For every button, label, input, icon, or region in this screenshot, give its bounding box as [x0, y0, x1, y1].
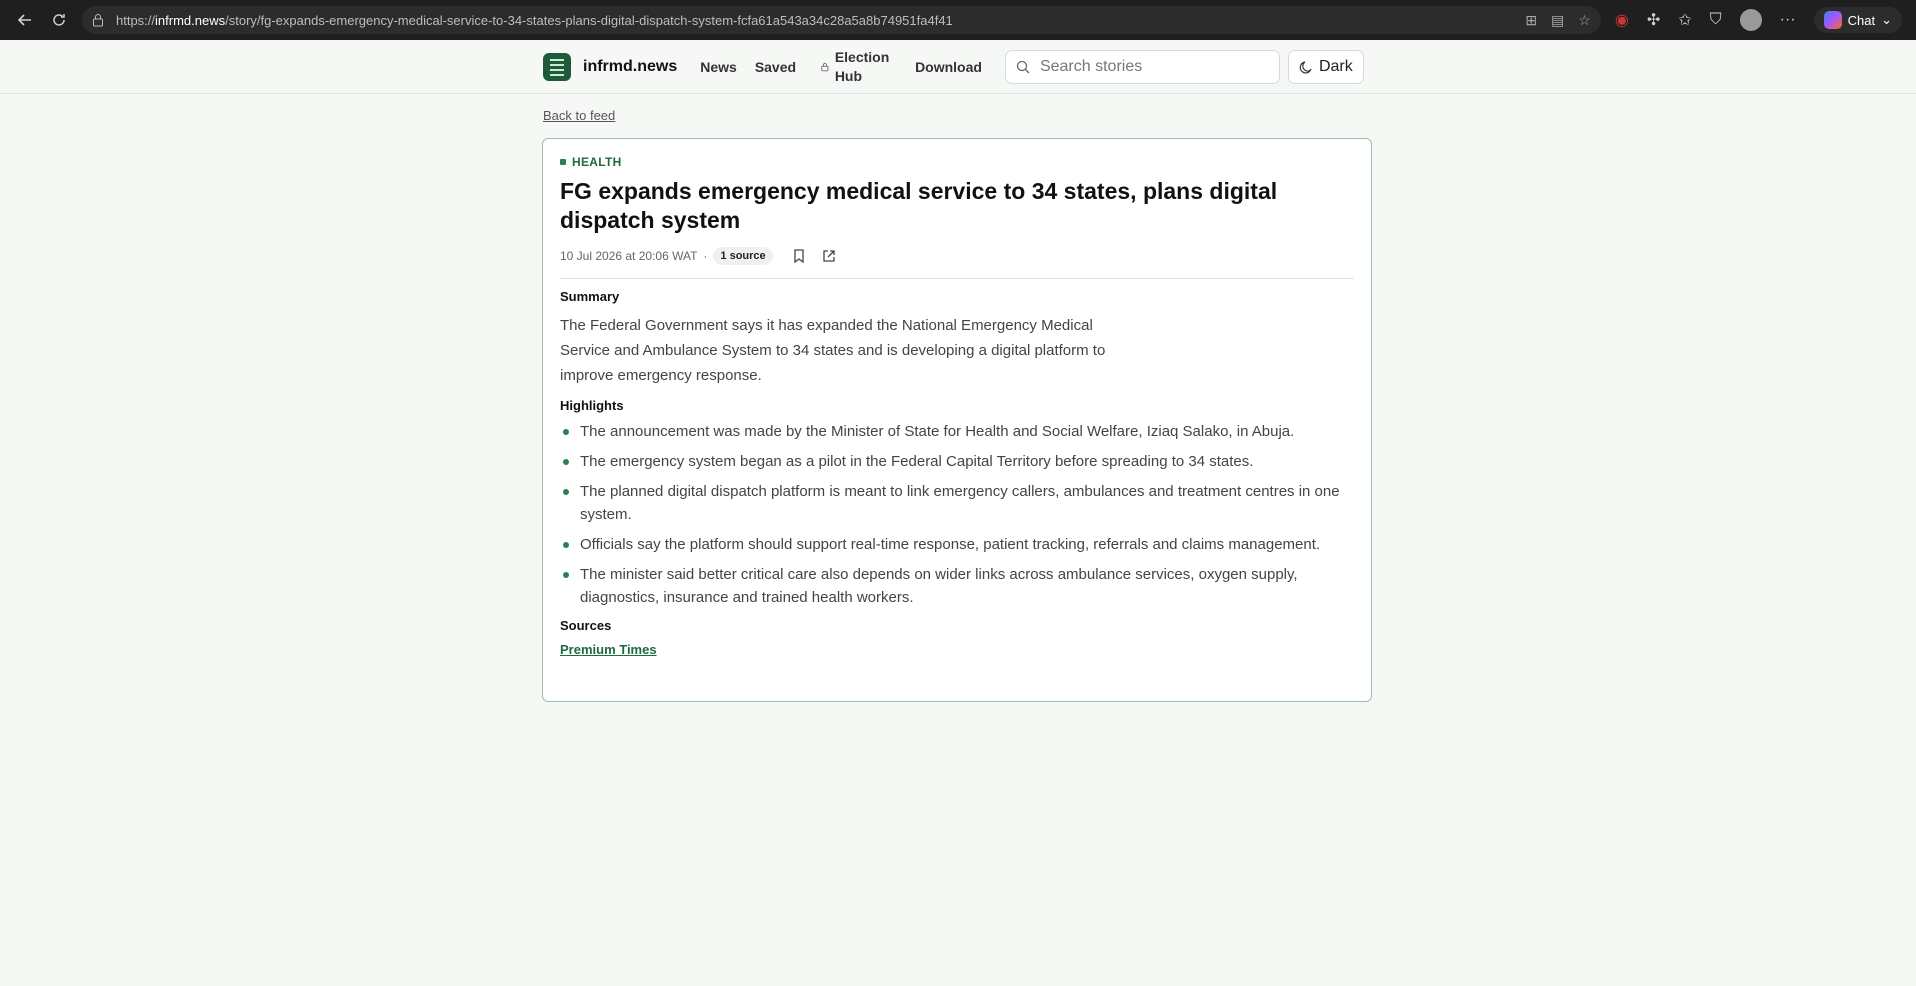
meta-separator: · — [703, 249, 708, 263]
url-path: /story/fg-expands-emergency-medical-serv… — [225, 12, 953, 28]
favorites-icon[interactable]: ✩ — [1678, 10, 1691, 30]
extension-icon[interactable]: ◉ — [1615, 10, 1629, 30]
highlights-heading: Highlights — [560, 398, 624, 413]
chat-label: Chat — [1847, 12, 1876, 28]
more-menu-icon[interactable]: ··· — [1780, 11, 1796, 29]
external-link-icon[interactable] — [821, 248, 837, 264]
back-arrow-icon[interactable] — [8, 3, 42, 37]
search-icon — [1016, 60, 1030, 74]
highlight-item: Officials say the platform should suppor… — [560, 533, 1354, 556]
source-link[interactable]: Premium Times — [560, 642, 657, 657]
divider — [560, 278, 1354, 279]
nav-saved[interactable]: Saved — [755, 59, 796, 75]
chat-button[interactable]: Chat ⌄ — [1813, 7, 1902, 33]
profile-avatar[interactable] — [1739, 9, 1762, 31]
copilot-icon — [1823, 11, 1842, 29]
search-placeholder: Search stories — [1039, 58, 1143, 75]
shield-icon[interactable]: ⛉ — [1710, 11, 1722, 29]
nav-news[interactable]: News — [700, 59, 737, 75]
article-title: FG expands emergency medical service to … — [560, 178, 1278, 233]
category-label: HEALTH — [572, 155, 622, 169]
article-meta: 10 Jul 2026 at 20:06 WAT · 1 source — [560, 247, 1354, 265]
apps-icon[interactable]: ⊞ — [1525, 12, 1537, 29]
sources-heading: Sources — [560, 618, 612, 633]
article-card: HEALTH FG expands emergency medical serv… — [542, 138, 1372, 702]
site-header: infrmd.news News Saved Election Hub Down… — [0, 40, 1916, 94]
category-badge: HEALTH — [560, 155, 1354, 169]
reader-icon[interactable]: ▤ — [1551, 12, 1564, 29]
favorite-star-icon[interactable]: ☆ — [1578, 12, 1591, 29]
lock-icon — [92, 13, 106, 27]
summary-heading: Summary — [560, 289, 620, 304]
url-prefix: https:// — [116, 12, 156, 28]
url-host: infrmd.news — [155, 12, 226, 28]
browser-toolbar: https://infrmd.news/story/fg-expands-eme… — [0, 0, 1916, 40]
lock-icon — [821, 63, 829, 72]
chevron-down-icon: ⌄ — [1881, 12, 1892, 27]
summary-text: The Federal Government says it has expan… — [560, 317, 1106, 384]
highlight-item: The planned digital dispatch platform is… — [560, 480, 1354, 526]
nav-election-hub[interactable]: Election Hub — [821, 48, 901, 86]
puzzle-icon[interactable]: ✣ — [1647, 10, 1660, 30]
article-date: 10 Jul 2026 at 20:06 WAT — [560, 249, 698, 263]
back-to-feed-link[interactable]: Back to feed — [543, 108, 615, 123]
highlight-item: The emergency system began as a pilot in… — [560, 450, 1354, 473]
election-hub-label: Election Hub — [834, 49, 890, 84]
brand-name[interactable]: infrmd.news — [583, 58, 677, 76]
bookmark-icon[interactable] — [791, 248, 807, 264]
sources-count-badge[interactable]: 1 source — [713, 247, 773, 265]
moon-icon — [1299, 61, 1312, 74]
search-input[interactable]: Search stories — [1004, 50, 1280, 84]
category-dot-icon — [560, 159, 566, 165]
dark-mode-toggle[interactable]: Dark — [1287, 50, 1364, 84]
dark-mode-label: Dark — [1318, 58, 1353, 75]
site-logo-icon[interactable] — [543, 53, 571, 81]
nav-download[interactable]: Download — [915, 59, 982, 75]
address-bar[interactable]: https://infrmd.news/story/fg-expands-eme… — [82, 6, 1601, 34]
reload-icon[interactable] — [42, 3, 76, 37]
highlight-item: The minister said better critical care a… — [560, 563, 1354, 609]
highlights-list: The announcement was made by the Ministe… — [560, 420, 1354, 609]
highlight-item: The announcement was made by the Ministe… — [560, 420, 1354, 443]
